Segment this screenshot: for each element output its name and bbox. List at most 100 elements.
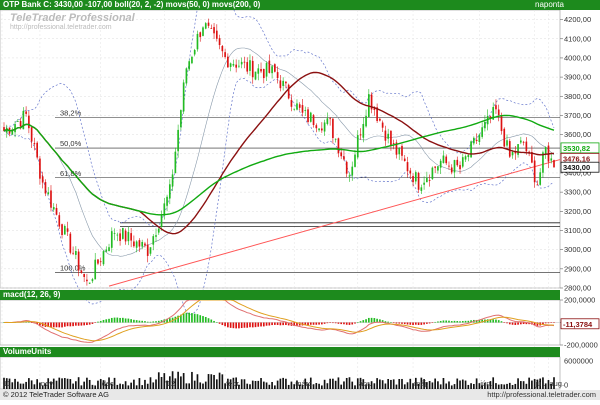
volume-bar: [290, 381, 293, 389]
volume-bar: [177, 371, 179, 389]
period-label[interactable]: napontа: [535, 0, 564, 10]
volume-bar: [323, 379, 326, 389]
candle-body: [362, 123, 365, 138]
volume-bar: [453, 384, 456, 389]
volume-bar: [25, 381, 27, 389]
macd-histogram-bar: [135, 320, 138, 323]
x-tick-label: ápr.: [359, 379, 372, 388]
y-tick-label: 2800,00: [564, 284, 591, 293]
macd-histogram-bar: [204, 317, 207, 323]
macd-histogram-bar: [329, 322, 331, 323]
candle-body: [110, 231, 113, 248]
candle-body: [517, 144, 519, 155]
macd-histogram-bar: [334, 322, 337, 324]
candle-body: [155, 235, 157, 237]
watermark-logo: TeleTrader Professional http://professio…: [10, 12, 135, 31]
macd-histogram-bar: [390, 322, 392, 323]
candle-body: [50, 190, 52, 208]
volume-bar: [285, 378, 287, 389]
volume-bar: [14, 378, 16, 389]
candle-body: [426, 178, 428, 183]
y-tick-label: 4100,00: [564, 34, 591, 43]
candle-body: [431, 167, 434, 180]
y-tick-label: 3300,00: [564, 188, 591, 197]
candle-body: [157, 228, 160, 233]
chart-root: 38,2% 50,0% 61,8% 100,0% 4200,00 4100,00 4000…: [0, 0, 600, 400]
macd-histogram-bar: [392, 322, 395, 323]
macd-histogram-bar: [362, 320, 365, 323]
candle-body: [182, 82, 185, 112]
volume-bar: [19, 383, 22, 389]
volume-bar: [448, 381, 450, 389]
y-tick-label: 4200,00: [564, 15, 591, 24]
macd-histogram-bar: [133, 319, 135, 323]
candle-body: [113, 233, 116, 234]
volume-bar: [351, 381, 354, 389]
volume-bar: [75, 381, 77, 389]
volume-bar: [119, 383, 121, 389]
candle-body: [133, 241, 135, 247]
price-tag-label: 3530,82: [563, 144, 590, 153]
volume-bar: [221, 374, 224, 389]
candle-body: [298, 104, 301, 108]
x-tick-label: '12: [165, 379, 175, 388]
candle-body: [91, 279, 94, 282]
macd-histogram-bar: [191, 313, 193, 323]
candle-body: [296, 103, 298, 110]
macd-histogram-bar: [439, 320, 442, 323]
candle-body: [28, 115, 30, 129]
volume-bar: [251, 380, 254, 389]
volume-bar: [401, 378, 403, 389]
macd-histogram-bar: [229, 322, 232, 328]
volume-bar: [445, 383, 448, 389]
candle-body: [52, 207, 55, 210]
candle-body: [204, 23, 207, 29]
volume-bar: [340, 384, 343, 389]
footer-url[interactable]: http://professional.teletrader.com: [487, 390, 596, 400]
candle-body: [525, 141, 528, 152]
macd-histogram-bar: [495, 319, 497, 323]
candle-body: [33, 143, 36, 145]
volume-bar: [33, 384, 36, 389]
candle-body: [44, 182, 47, 194]
macd-histogram-bar: [503, 322, 506, 323]
macd-histogram-bar: [553, 322, 555, 323]
candle-body: [384, 130, 387, 141]
volume-bar: [467, 384, 470, 389]
volume-bar: [461, 379, 464, 389]
volume-bar: [506, 383, 508, 389]
macd-histogram-bar: [459, 321, 461, 323]
candle-body: [39, 158, 41, 179]
volume-bar: [376, 378, 378, 389]
volume-bar: [188, 383, 191, 389]
candle-body: [354, 154, 356, 167]
macd-histogram-bar: [356, 322, 359, 323]
candle-body: [290, 99, 293, 107]
volume-bar: [392, 379, 395, 389]
macd-histogram-bar: [370, 317, 373, 323]
candle-body: [235, 64, 237, 68]
candle-body: [196, 33, 199, 50]
fib-level-label: 38,2%: [60, 108, 82, 117]
volume-bar: [390, 379, 392, 389]
y-tick-label: 3000,00: [564, 245, 591, 254]
candle-body: [124, 230, 127, 242]
x-tick-label: febr.: [226, 379, 241, 388]
candle-body: [232, 63, 235, 66]
candle-body: [456, 159, 459, 166]
candle-body: [387, 133, 390, 139]
candle-body: [227, 56, 229, 68]
candle-body: [508, 141, 511, 157]
volume-bar: [135, 385, 138, 389]
main-header-text: OTP Bank C: 3430,00 -107,00 boll(20, 2, …: [3, 0, 261, 9]
candle-body: [550, 158, 553, 161]
x-tick-label: júl.: [535, 379, 546, 388]
candle-body: [127, 231, 130, 242]
volume-bar: [16, 381, 19, 389]
volume-bar: [191, 371, 193, 389]
volume-bar: [503, 384, 506, 389]
candle-body: [80, 270, 83, 273]
candle-body: [180, 110, 182, 128]
volume-bar: [116, 384, 119, 389]
macd-histogram-bar: [412, 322, 414, 326]
